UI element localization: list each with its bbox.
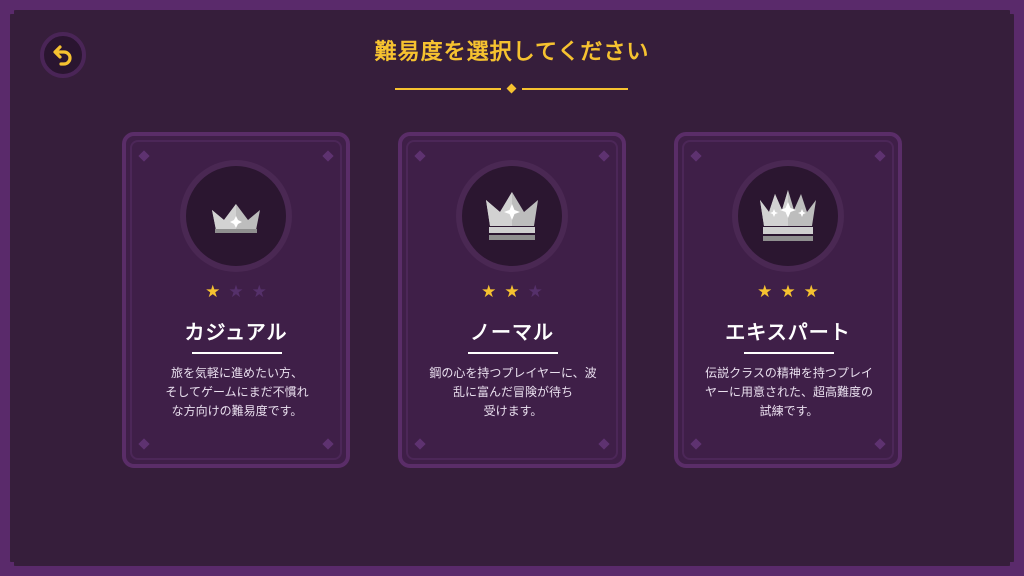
title-divider bbox=[522, 88, 628, 90]
star-filled-icon: ★ bbox=[205, 282, 221, 302]
star-filled-icon: ★ bbox=[780, 282, 796, 302]
difficulty-description: 伝説クラスの精神を持つプレイ ヤーに用意された、超高難度の 試練です。 bbox=[704, 366, 873, 418]
frame-corner bbox=[1010, 0, 1024, 14]
title-underline bbox=[744, 352, 834, 354]
difficulty-card-casual[interactable]: ★ ★ ★ カジュアル 旅を気軽に進めたい方、 そしてゲームにまだ不慣れ な方向… bbox=[122, 132, 350, 468]
title-underline bbox=[468, 352, 558, 354]
star-filled-icon: ★ bbox=[757, 282, 773, 302]
difficulty-emblem bbox=[456, 160, 568, 272]
title-underline bbox=[192, 352, 282, 354]
star-empty-icon: ★ bbox=[228, 282, 244, 302]
crown-large-icon bbox=[760, 190, 816, 241]
difficulty-card-expert[interactable]: ★ ★ ★ エキスパート 伝説クラスの精神を持つプレイ ヤーに用意された、超高難… bbox=[674, 132, 902, 468]
star-empty-icon: ★ bbox=[251, 282, 267, 302]
star-filled-icon: ★ bbox=[803, 282, 819, 302]
crown-medium-icon bbox=[486, 192, 538, 240]
frame-corner bbox=[1010, 562, 1024, 576]
star-filled-icon: ★ bbox=[481, 282, 497, 302]
frame-corner bbox=[0, 0, 14, 14]
difficulty-stars: ★ ★ ★ bbox=[402, 282, 622, 302]
difficulty-stars: ★ ★ ★ bbox=[126, 282, 346, 302]
difficulty-emblem bbox=[732, 160, 844, 272]
crown-small-icon bbox=[212, 204, 260, 233]
difficulty-stars: ★ ★ ★ bbox=[678, 282, 898, 302]
star-filled-icon: ★ bbox=[504, 282, 520, 302]
difficulty-emblem bbox=[180, 160, 292, 272]
difficulty-title: エキスパート bbox=[725, 320, 851, 344]
difficulty-description: 旅を気軽に進めたい方、 そしてゲームにまだ不慣れ な方向けの難易度です。 bbox=[165, 366, 309, 418]
difficulty-title: カジュアル bbox=[184, 320, 288, 344]
title-divider bbox=[395, 88, 501, 90]
difficulty-description: 鋼の心を持つプレイヤーに、波 乱に富んだ冒険が待ち 受けます。 bbox=[429, 366, 597, 418]
star-empty-icon: ★ bbox=[527, 282, 543, 302]
difficulty-title: ノーマル bbox=[470, 320, 554, 344]
difficulty-card-normal[interactable]: ★ ★ ★ ノーマル 鋼の心を持つプレイヤーに、波 乱に富んだ冒険が待ち 受けま… bbox=[398, 132, 626, 468]
page-title: 難易度を選択してください bbox=[374, 40, 650, 65]
frame-corner bbox=[0, 562, 14, 576]
